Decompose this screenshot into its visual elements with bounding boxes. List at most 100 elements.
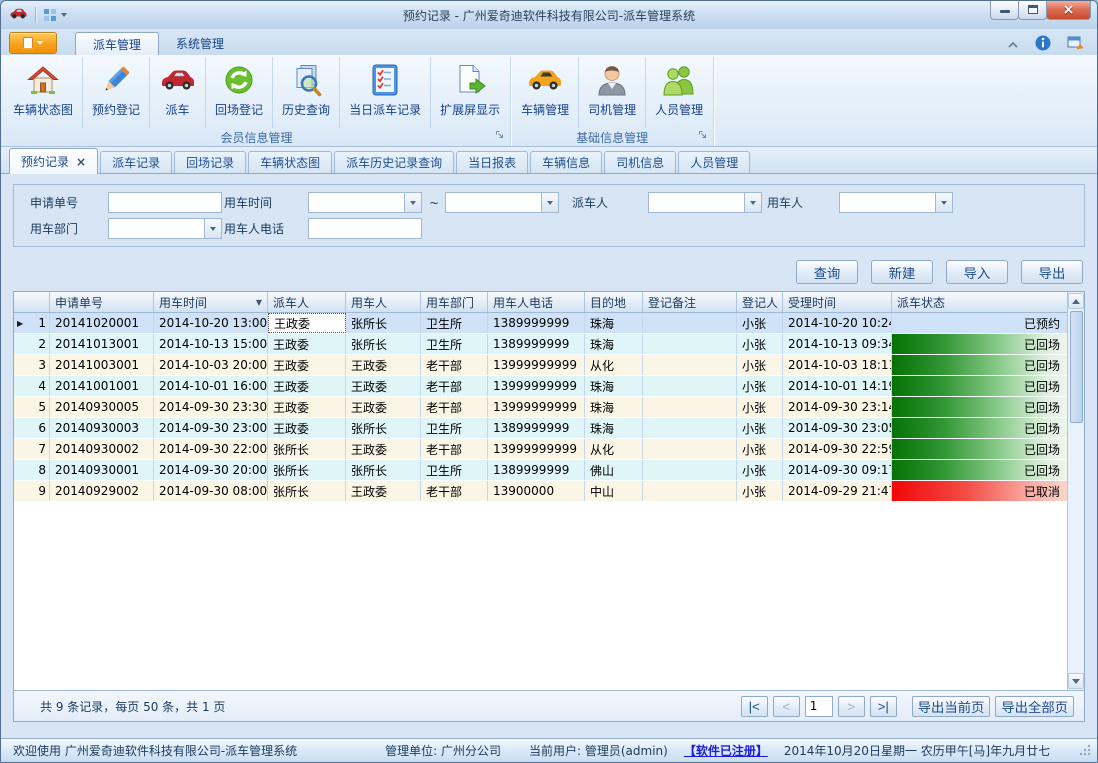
column-header-phone[interactable]: 用车人电话	[488, 292, 585, 312]
cell-phone[interactable]: 1389999999	[488, 460, 585, 480]
table-row[interactable]: 3201410030012014-10-03 20:00王政委王政委老干部139…	[14, 355, 1067, 376]
table-row[interactable]: 4201410010012014-10-01 16:00王政委王政委老干部139…	[14, 376, 1067, 397]
cell-apply-no[interactable]: 20140929002	[50, 481, 154, 501]
ribbon-button-extended-screen[interactable]: 扩展屏显示	[431, 57, 509, 128]
cell-remark[interactable]	[643, 460, 737, 480]
doc-tab-1[interactable]: 预约记录×	[9, 148, 98, 174]
use-time-to-select[interactable]	[445, 192, 559, 213]
cell-status[interactable]: 已回场	[892, 460, 1067, 480]
doc-tab-8[interactable]: 司机信息	[604, 151, 676, 173]
cell-status[interactable]: 已回场	[892, 418, 1067, 438]
cell-dept[interactable]: 卫生所	[421, 313, 488, 333]
cell-registrar[interactable]: 小张	[737, 334, 783, 354]
cell-dept[interactable]: 老干部	[421, 355, 488, 375]
cell-status[interactable]: 已回场	[892, 334, 1067, 354]
application-menu-button[interactable]	[9, 32, 57, 54]
table-row[interactable]: 6201409300032014-09-30 23:00王政委张所长卫生所138…	[14, 418, 1067, 439]
column-header-apply-no[interactable]: 申请单号	[50, 292, 154, 312]
cell-apply-no[interactable]: 20141001001	[50, 376, 154, 396]
import-button[interactable]: 导入	[946, 260, 1008, 284]
ribbon-tab-system[interactable]: 系统管理	[159, 32, 241, 55]
use-time-from-select[interactable]	[308, 192, 422, 213]
user-select[interactable]	[839, 192, 953, 213]
ribbon-button-dispatch[interactable]: 派车	[150, 57, 206, 128]
close-tab-icon[interactable]: ×	[76, 156, 86, 168]
last-page-button[interactable]: >|	[870, 696, 897, 717]
cell-user[interactable]: 王政委	[346, 439, 421, 459]
cell-status[interactable]: 已回场	[892, 439, 1067, 459]
cell-user[interactable]: 张所长	[346, 460, 421, 480]
cell-use-time[interactable]: 2014-10-01 16:00	[154, 376, 268, 396]
column-header-dispatcher[interactable]: 派车人	[268, 292, 346, 312]
cell-accept-time[interactable]: 2014-09-30 23:14	[783, 397, 892, 417]
ribbon-button-today-dispatch-records[interactable]: 当日派车记录	[340, 57, 431, 128]
cell-dept[interactable]: 老干部	[421, 439, 488, 459]
column-header-dest[interactable]: 目的地	[585, 292, 643, 312]
cell-accept-time[interactable]: 2014-10-20 10:24	[783, 313, 892, 333]
table-row[interactable]: 5201409300052014-09-30 23:30王政委王政委老干部139…	[14, 397, 1067, 418]
cell-dept[interactable]: 老干部	[421, 397, 488, 417]
cell-phone[interactable]: 1389999999	[488, 418, 585, 438]
phone-input[interactable]	[308, 218, 422, 239]
cell-dispatcher[interactable]: 王政委	[268, 334, 346, 354]
cell-user[interactable]: 张所长	[346, 418, 421, 438]
new-button[interactable]: 新建	[871, 260, 933, 284]
row-selector[interactable]: ▶1	[14, 313, 50, 333]
cell-registrar[interactable]: 小张	[737, 481, 783, 501]
cell-registrar[interactable]: 小张	[737, 439, 783, 459]
cell-accept-time[interactable]: 2014-09-30 22:59	[783, 439, 892, 459]
prev-page-button[interactable]: <	[773, 696, 800, 717]
cell-accept-time[interactable]: 2014-09-30 23:05	[783, 418, 892, 438]
cell-registrar[interactable]: 小张	[737, 418, 783, 438]
cell-registrar[interactable]: 小张	[737, 460, 783, 480]
ribbon-button-vehicle-management[interactable]: 车辆管理	[512, 57, 579, 128]
cell-status[interactable]: 已回场	[892, 376, 1067, 396]
table-row[interactable]: 2201410130012014-10-13 15:00王政委张所长卫生所138…	[14, 334, 1067, 355]
cell-dispatcher[interactable]: 张所长	[268, 460, 346, 480]
row-selector[interactable]: 3	[14, 355, 50, 375]
dialog-launcher-icon[interactable]	[698, 128, 707, 142]
row-selector[interactable]: 5	[14, 397, 50, 417]
cell-phone[interactable]: 13999999999	[488, 439, 585, 459]
column-header-dept[interactable]: 用车部门	[421, 292, 488, 312]
ribbon-button-history-query[interactable]: 历史查询	[273, 57, 340, 128]
column-header-accept-time[interactable]: 受理时间	[783, 292, 892, 312]
row-selector[interactable]: 4	[14, 376, 50, 396]
close-button[interactable]: ×	[1046, 1, 1091, 20]
cell-dest[interactable]: 珠海	[585, 334, 643, 354]
cell-dispatcher[interactable]: 王政委	[268, 397, 346, 417]
cell-use-time[interactable]: 2014-09-30 23:00	[154, 418, 268, 438]
ribbon-button-driver-management[interactable]: 司机管理	[579, 57, 646, 128]
doc-tab-2[interactable]: 派车记录	[100, 151, 172, 173]
column-header-remark[interactable]: 登记备注	[643, 292, 737, 312]
column-header-use-time[interactable]: 用车时间▼	[154, 292, 268, 312]
doc-tab-7[interactable]: 车辆信息	[530, 151, 602, 173]
cell-user[interactable]: 王政委	[346, 481, 421, 501]
doc-tab-5[interactable]: 派车历史记录查询	[334, 151, 454, 173]
scroll-up-icon[interactable]	[1068, 293, 1084, 309]
cell-apply-no[interactable]: 20140930003	[50, 418, 154, 438]
cell-dispatcher[interactable]: 王政委	[268, 376, 346, 396]
cell-user[interactable]: 张所长	[346, 334, 421, 354]
cell-phone[interactable]: 13999999999	[488, 397, 585, 417]
ribbon-button-return-register[interactable]: 回场登记	[206, 57, 273, 128]
resize-grip-icon[interactable]	[1078, 743, 1091, 759]
scroll-down-icon[interactable]	[1068, 673, 1084, 689]
row-selector[interactable]: 7	[14, 439, 50, 459]
cell-dept[interactable]: 卫生所	[421, 334, 488, 354]
cell-dest[interactable]: 从化	[585, 439, 643, 459]
cell-remark[interactable]	[643, 334, 737, 354]
cell-remark[interactable]	[643, 481, 737, 501]
cell-remark[interactable]	[643, 376, 737, 396]
column-header-registrar[interactable]: 登记人	[737, 292, 783, 312]
table-row[interactable]: 9201409290022014-09-30 08:00张所长王政委老干部139…	[14, 481, 1067, 502]
export-button[interactable]: 导出	[1021, 260, 1083, 284]
cell-phone[interactable]: 13900000	[488, 481, 585, 501]
column-header-status[interactable]: 派车状态	[892, 292, 1067, 312]
cell-registrar[interactable]: 小张	[737, 397, 783, 417]
switch-window-icon[interactable]	[1067, 35, 1085, 54]
ribbon-button-staff-management[interactable]: 人员管理	[646, 57, 712, 128]
vertical-scrollbar[interactable]	[1067, 292, 1084, 690]
dispatcher-select[interactable]	[648, 192, 762, 213]
cell-dispatcher[interactable]: 王政委	[268, 313, 346, 333]
